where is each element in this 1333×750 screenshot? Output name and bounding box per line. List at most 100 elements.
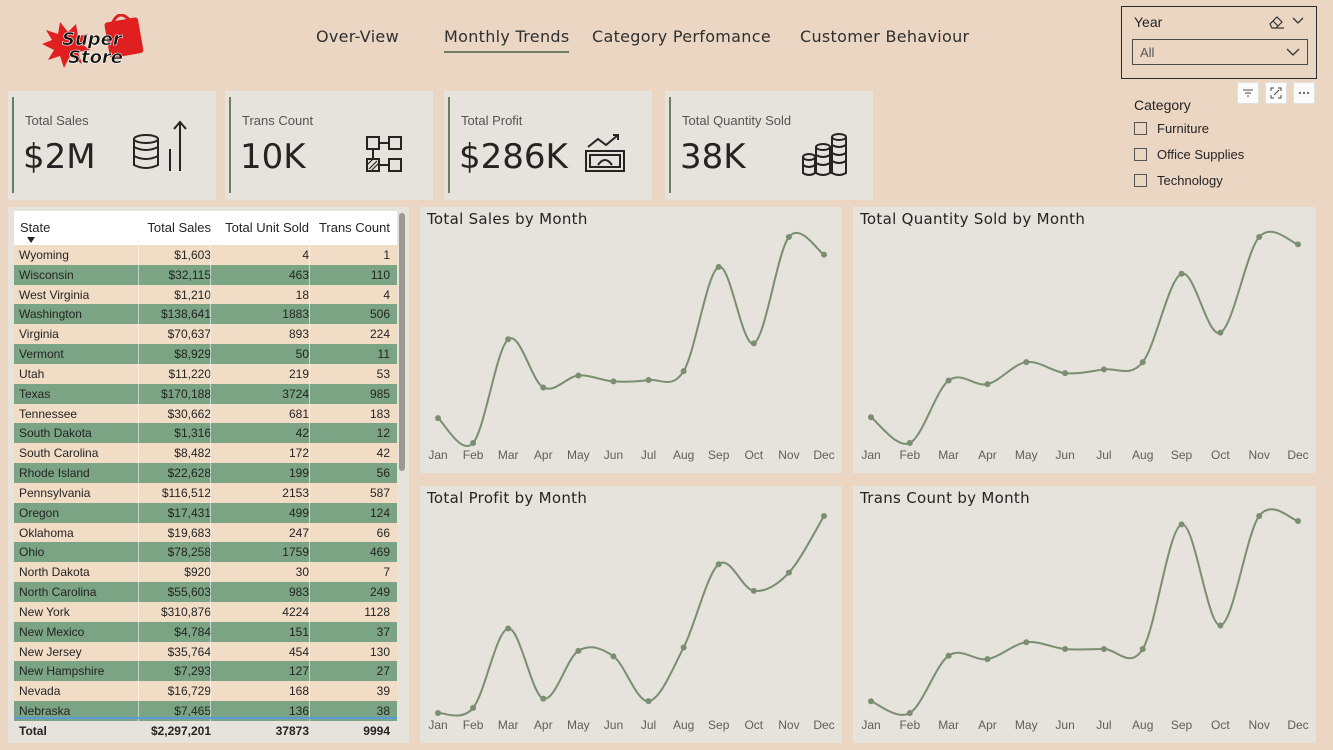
table-row[interactable]: Vermont $8,929 50 11	[14, 344, 397, 364]
data-point[interactable]	[868, 698, 874, 705]
table-row[interactable]: Wyoming $1,603 4 1	[14, 245, 397, 265]
data-point[interactable]	[470, 704, 477, 711]
tab-customer-behaviour[interactable]: Customer Behaviour	[800, 27, 969, 46]
column-header-state[interactable]: State	[20, 220, 50, 235]
cell-state: Wisconsin	[19, 267, 74, 282]
year-slicer[interactable]: Year All	[1121, 6, 1317, 79]
data-point[interactable]	[715, 263, 722, 270]
tab-monthly-trends[interactable]: Monthly Trends	[444, 27, 570, 53]
data-point[interactable]	[540, 695, 547, 702]
table-row[interactable]: Nevada $16,729 168 39	[14, 681, 397, 702]
kpi-card-total-quantity-sold: Total Quantity Sold 38K	[665, 91, 873, 200]
tab-overview[interactable]: Over-View	[316, 27, 399, 46]
data-point[interactable]	[435, 710, 441, 716]
table-row[interactable]: West Virginia $1,210 18 4	[14, 284, 397, 305]
focus-mode-button[interactable]	[1265, 82, 1287, 104]
table-row[interactable]: New Jersey $35,764 454 130	[14, 641, 397, 662]
data-point[interactable]	[750, 340, 757, 347]
cell-total-unit-sold: 50	[295, 347, 309, 362]
data-point[interactable]	[1295, 241, 1301, 248]
table-row[interactable]: Texas $170,188 3724 985	[14, 383, 397, 404]
eraser-icon[interactable]	[1267, 14, 1285, 30]
data-point[interactable]	[785, 234, 792, 240]
data-point[interactable]	[750, 587, 757, 594]
cell-total-sales: $19,683	[167, 525, 211, 540]
chevron-down-icon[interactable]	[1291, 14, 1305, 28]
data-point[interactable]	[1023, 639, 1030, 646]
data-point[interactable]	[1100, 646, 1107, 653]
data-point[interactable]	[1100, 366, 1107, 373]
table-row[interactable]: Oklahoma $19,683 247 66	[14, 522, 397, 543]
data-point[interactable]	[505, 336, 512, 343]
data-point[interactable]	[984, 381, 991, 388]
table-row[interactable]: Pennsylvania $116,512 2153 587	[14, 482, 397, 503]
data-point[interactable]	[1217, 329, 1224, 336]
data-point[interactable]	[1256, 513, 1263, 519]
data-point[interactable]	[1217, 622, 1224, 629]
column-header-trans-count[interactable]: Trans Count	[319, 220, 390, 235]
tab-category-performance[interactable]: Category Perfomance	[592, 27, 771, 46]
data-point[interactable]	[1023, 359, 1030, 366]
table-row[interactable]: Utah $11,220 219 53	[14, 363, 397, 384]
data-point[interactable]	[715, 561, 722, 568]
data-point[interactable]	[1139, 359, 1146, 366]
data-point[interactable]	[1178, 270, 1185, 277]
data-point[interactable]	[610, 653, 617, 660]
sort-descending-icon[interactable]	[27, 237, 35, 243]
data-point[interactable]	[470, 440, 477, 446]
data-point[interactable]	[945, 652, 952, 659]
data-point[interactable]	[821, 513, 827, 519]
data-point[interactable]	[575, 647, 582, 654]
table-row[interactable]: Tennessee $30,662 681 183	[14, 403, 397, 424]
data-point[interactable]	[680, 644, 687, 651]
data-point[interactable]	[1062, 646, 1069, 653]
data-point[interactable]	[540, 384, 547, 391]
data-point[interactable]	[1139, 646, 1146, 653]
data-point[interactable]	[645, 377, 652, 384]
data-point[interactable]	[945, 377, 952, 384]
table-row[interactable]: Wisconsin $32,115 463 110	[14, 264, 397, 285]
data-point[interactable]	[906, 710, 913, 716]
data-point[interactable]	[1178, 521, 1185, 528]
data-point[interactable]	[680, 368, 687, 375]
column-header-total-sales[interactable]: Total Sales	[147, 220, 211, 235]
cell-total-sales: $116,512	[161, 485, 211, 500]
checkbox[interactable]	[1134, 148, 1147, 161]
checkbox[interactable]	[1134, 122, 1147, 135]
kpi-accent-bar	[12, 97, 14, 193]
table-row[interactable]: Ohio $78,258 1759 469	[14, 542, 397, 563]
table-row[interactable]: Oregon $17,431 499 124	[14, 502, 397, 523]
table-row[interactable]: North Dakota $920 30 7	[14, 562, 397, 583]
table-row[interactable]: New Hampshire $7,293 127 27	[14, 661, 397, 682]
table-scrollbar[interactable]	[399, 213, 405, 471]
cell-trans-count: 587	[369, 485, 390, 500]
database-growth-icon	[133, 120, 187, 171]
table-row[interactable]: New Mexico $4,784 151 37	[14, 621, 397, 642]
data-point[interactable]	[1295, 518, 1301, 525]
data-point[interactable]	[821, 251, 827, 258]
table-row[interactable]: Rhode Island $22,628 199 56	[14, 463, 397, 483]
data-point[interactable]	[868, 414, 874, 421]
data-point[interactable]	[906, 440, 913, 446]
table-row[interactable]: Washington $138,641 1883 506	[14, 304, 397, 325]
data-point[interactable]	[610, 378, 617, 385]
table-row[interactable]: South Carolina $8,482 172 42	[14, 443, 397, 464]
data-point[interactable]	[645, 698, 652, 705]
table-row[interactable]: New York $310,876 4224 1128	[14, 601, 397, 622]
table-row[interactable]: Virginia $70,637 893 224	[14, 324, 397, 345]
data-point[interactable]	[1062, 370, 1069, 377]
data-point[interactable]	[1256, 234, 1263, 240]
data-point[interactable]	[575, 372, 582, 379]
data-point[interactable]	[984, 656, 991, 663]
column-header-total-unit-sold[interactable]: Total Unit Sold	[225, 220, 309, 235]
filter-button[interactable]	[1237, 82, 1259, 104]
more-options-button[interactable]	[1293, 82, 1315, 104]
data-point[interactable]	[435, 415, 441, 422]
table-row[interactable]: South Dakota $1,316 42 12	[14, 423, 397, 444]
data-point[interactable]	[505, 625, 512, 632]
checkbox[interactable]	[1134, 174, 1147, 187]
data-point[interactable]	[785, 569, 792, 576]
table-row[interactable]: North Carolina $55,603 983 249	[14, 582, 397, 602]
year-dropdown[interactable]: All	[1132, 39, 1308, 65]
superstore-logo: Super Store	[42, 14, 144, 68]
